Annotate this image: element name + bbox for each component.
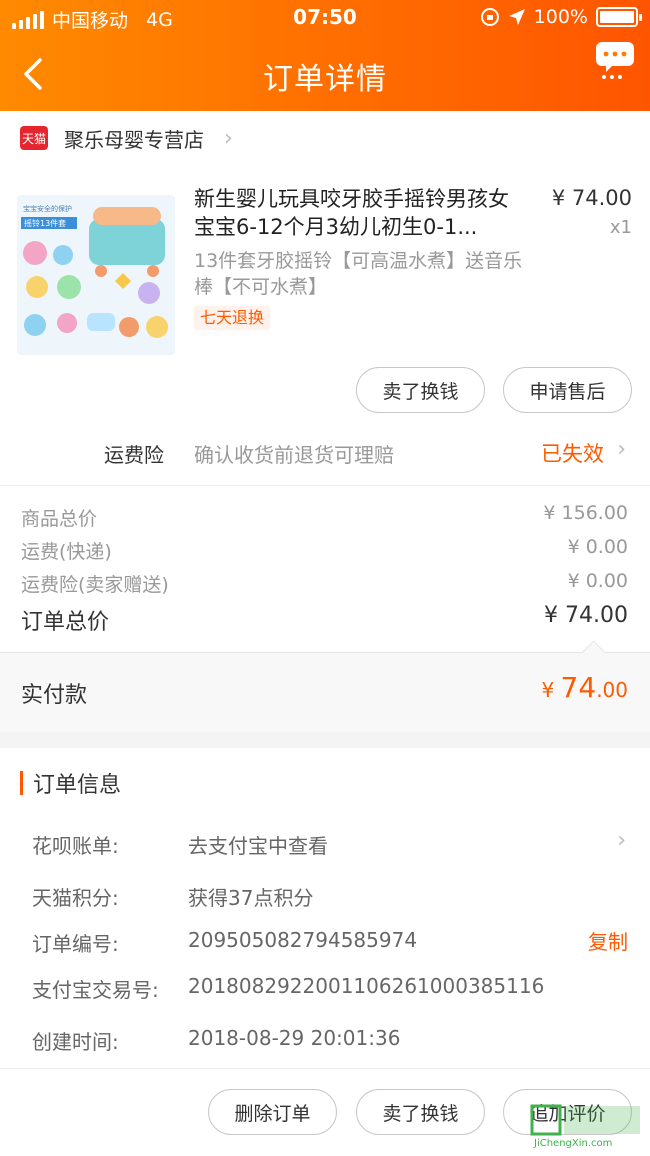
- nav-bar: 订单详情: [0, 36, 650, 111]
- tmall-logo-icon: 天猫: [20, 126, 48, 150]
- paid-label: 实付款: [21, 683, 88, 708]
- created-time-label: 创建时间:: [32, 1030, 119, 1054]
- product-thumbnail[interactable]: 宝宝安全的保护 摇铃13件套: [17, 195, 175, 355]
- sell-for-cash-button[interactable]: 卖了换钱: [356, 1089, 485, 1135]
- huabei-label: 花呗账单:: [32, 834, 119, 858]
- thumb-caption-top: 宝宝安全的保护: [23, 204, 72, 213]
- insurance-fee-label: 运费险(卖家赠送): [21, 574, 169, 596]
- shipping-insurance-status[interactable]: 已失效: [541, 438, 604, 468]
- battery-icon: [596, 7, 642, 27]
- watermark-text: JiChengXin.com: [533, 1138, 612, 1149]
- page-title: 订单详情: [263, 62, 387, 97]
- location-icon: [508, 9, 525, 25]
- copy-button[interactable]: 复制: [588, 926, 628, 955]
- created-time-value: 2018-08-29 20:01:36: [188, 1026, 401, 1050]
- paid-currency: ¥: [541, 678, 561, 702]
- chevron-right-icon: ›: [224, 125, 233, 151]
- store-row[interactable]: 天猫 聚乐母婴专营店 ›: [20, 123, 233, 153]
- goods-total-label: 商品总价: [21, 508, 98, 530]
- paid-amount-row: 实付款 ¥ 74.00: [0, 652, 650, 732]
- message-more-icon[interactable]: [594, 38, 636, 80]
- watermark-logo-icon: JiChengXin.com: [530, 1104, 640, 1149]
- status-bar: 中国移动 4G 07:50 100%: [0, 0, 650, 36]
- product-title[interactable]: 新生婴儿玩具咬牙胶手摇铃男孩女宝宝6-12个月3幼儿初生0-1...: [194, 185, 529, 241]
- huabei-link[interactable]: 去支付宝中查看: [188, 830, 328, 859]
- order-info-title: 订单信息: [33, 773, 122, 798]
- order-info-heading: 订单信息: [20, 768, 121, 798]
- product-sku: 13件套牙胶摇铃【可高温水煮】送音乐棒【不可水煮】: [194, 250, 523, 298]
- shipping-insurance-label: 运费险: [104, 443, 164, 467]
- order-info-card: 订单信息 花呗账单: 去支付宝中查看 › 天猫积分: 获得37点积分 订单编号:…: [0, 748, 650, 1156]
- return-policy-badge: 七天退换: [194, 306, 271, 330]
- alipay-trade-label: 支付宝交易号:: [32, 978, 159, 1002]
- points-value: 获得37点积分: [188, 886, 314, 910]
- goods-total-value: ¥ 156.00: [543, 502, 628, 524]
- shipping-fee-value: ¥ 0.00: [567, 536, 628, 558]
- thumb-caption-main: 摇铃13件套: [24, 218, 66, 228]
- product-card: 天猫 聚乐母婴专营店 › 宝宝安全的保护 摇铃13件套 新生婴儿玩具咬牙胶手摇铃…: [0, 111, 650, 485]
- order-number-label: 订单编号:: [32, 932, 119, 956]
- alipay-trade-value: 2018082922001106261000385116: [188, 974, 545, 998]
- paid-value: ¥ 74.00: [541, 671, 628, 704]
- rotation-lock-icon: [480, 8, 499, 26]
- after-sale-button[interactable]: 申请售后: [503, 367, 632, 413]
- app-header: 中国移动 4G 07:50 100% 订单详情: [0, 0, 650, 111]
- shipping-fee-label: 运费(快递): [21, 541, 112, 563]
- insurance-fee-value: ¥ 0.00: [567, 570, 628, 592]
- order-number-value: 209505082794585974: [188, 928, 418, 952]
- order-total-label: 订单总价: [21, 610, 110, 635]
- order-total-value: ¥ 74.00: [544, 603, 628, 628]
- points-label: 天猫积分:: [32, 886, 119, 910]
- chevron-right-icon[interactable]: ›: [617, 437, 626, 462]
- sell-for-cash-button[interactable]: 卖了换钱: [356, 367, 485, 413]
- paid-integer: 74: [560, 671, 597, 704]
- product-image-icon: 宝宝安全的保护 摇铃13件套: [17, 195, 175, 355]
- chevron-right-icon[interactable]: ›: [617, 828, 626, 853]
- product-price: ¥ 74.00: [551, 186, 632, 210]
- store-name[interactable]: 聚乐母婴专营店: [64, 124, 204, 153]
- delete-order-button[interactable]: 删除订单: [208, 1089, 337, 1135]
- paid-decimal: .00: [596, 678, 628, 702]
- price-summary: 商品总价 ¥ 156.00 运费(快递) ¥ 0.00 运费险(卖家赠送) ¥ …: [0, 485, 650, 652]
- battery-percent: 100%: [533, 6, 588, 28]
- divider: [0, 1068, 650, 1069]
- shipping-insurance-desc: 确认收货前退货可理赔: [194, 443, 394, 467]
- product-quantity: x1: [609, 217, 632, 238]
